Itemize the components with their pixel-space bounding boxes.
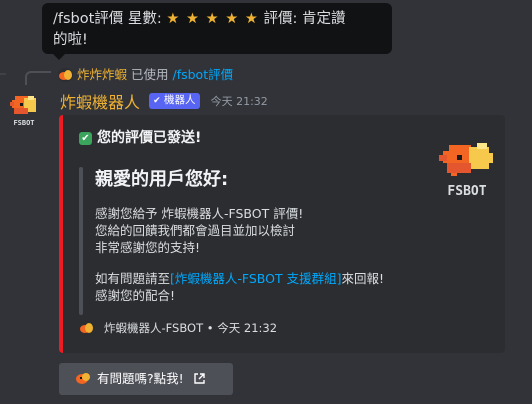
tooltip-arrow [53, 54, 65, 60]
embed-author: ✔ 您的評價已發送! [79, 127, 201, 147]
shrimp-icon [76, 373, 90, 384]
reply-used-text: 已使用 [131, 67, 169, 82]
reply-command[interactable]: /fsbot評價 [173, 67, 234, 82]
message-timestamp[interactable]: 今天 21:32 [211, 95, 268, 108]
embed-thumbnail[interactable]: FSBOT [435, 139, 499, 201]
embed-author-text: 您的評價已發送! [97, 130, 202, 146]
bot-footer-icon [80, 323, 93, 333]
message-header: 炸蝦機器人 ✔ 機器人 今天 21:32 [60, 89, 268, 112]
bot-tag-label: 機器人 [164, 94, 196, 106]
help-link-button[interactable]: 有問題嗎?點我! [59, 363, 233, 395]
bot-avatar[interactable]: FSBOT [6, 92, 42, 128]
command-tooltip: /fsbot評價 星數: ★ ★ ★ ★ ★ 評價: 肯定讚 的啦! [42, 3, 392, 54]
body-line-1: 感謝您給予 炸蝦機器人-FSBOT 評價! [95, 206, 304, 221]
bot-tag: ✔ 機器人 [149, 93, 200, 109]
avatar-caption: FSBOT [13, 119, 34, 127]
body-line-2: 您給的回饋我們都會過目並加以檢討 [95, 223, 296, 238]
check-icon: ✔ [79, 132, 92, 145]
help-suffix: 來回報! [341, 271, 385, 286]
help-prefix: 如有問題請至 [95, 271, 171, 286]
check-icon: ✔ [153, 96, 161, 106]
reply-username[interactable]: 炸炸炸蝦 [77, 67, 127, 82]
body-line-3: 非常感謝您的支持! [95, 240, 201, 255]
support-group-link[interactable]: [炸蝦機器人-FSBOT 支援群組] [170, 271, 341, 286]
reply-spine [25, 71, 51, 85]
help-button-label: 有問題嗎?點我! [97, 371, 184, 386]
thanks-line: 感謝您的配合! [95, 288, 176, 303]
quote-bar [79, 167, 83, 315]
tooltip-prefix: /fsbot評價 星數: [53, 11, 162, 27]
divider [0, 73, 6, 75]
external-link-icon [193, 373, 205, 384]
help-line: 如有問題請至[炸蝦機器人-FSBOT 支援群組]來回報! [95, 270, 425, 287]
thumbnail-caption: FSBOT [447, 184, 486, 199]
embed-footer: 炸蝦機器人-FSBOT • 今天 21:32 [79, 320, 277, 336]
command-reply-line[interactable]: 炸炸炸蝦 已使用 /fsbot評價 [58, 67, 233, 83]
footer-text: 炸蝦機器人-FSBOT • 今天 21:32 [104, 321, 278, 335]
user-avatar-icon[interactable] [58, 68, 73, 82]
embed-card: ✔ 您的評價已發送! FSBOT 親愛的用戶您好: 感謝您給予 炸蝦機器人-FSB… [59, 115, 505, 353]
star-rating: ★ ★ ★ ★ ★ [166, 11, 259, 27]
tooltip-line2: 的啦! [53, 32, 88, 48]
author-name[interactable]: 炸蝦機器人 [60, 93, 140, 112]
embed-heading: 親愛的用戶您好: [95, 169, 229, 190]
embed-description: 親愛的用戶您好: 感謝您給予 炸蝦機器人-FSBOT 評價! 您給的回饋我們都會… [95, 167, 425, 304]
tooltip-suffix: 評價: 肯定讚 [263, 11, 346, 27]
